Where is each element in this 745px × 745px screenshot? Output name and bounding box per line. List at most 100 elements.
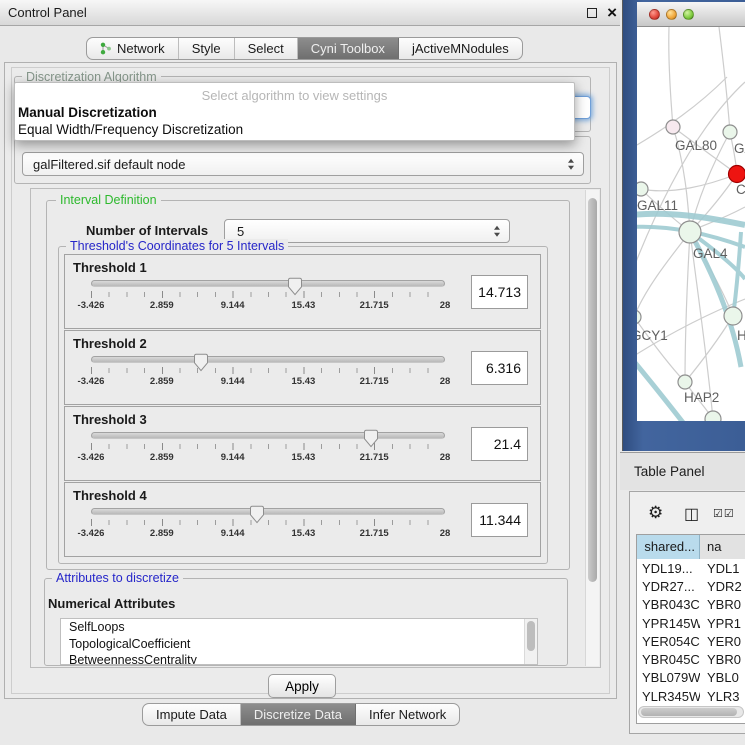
slider-track[interactable] [91,432,445,439]
main-scrollbar[interactable] [585,190,599,666]
num-intervals-label: Number of Intervals [86,223,208,238]
scrollbar-thumb[interactable] [527,621,535,651]
threshold-slider[interactable]: -3.4262.8599.14415.4321.71528 [91,356,445,402]
control-panel-titlebar: Control Panel [0,0,620,26]
threshold-block-3: Threshold 3 -3.4262.8599.14415.4321.71528 [64,406,541,481]
threshold-slider[interactable]: -3.4262.8599.14415.4321.71528 [91,432,445,478]
table-cell-name: YDL1 [700,561,745,576]
numerical-attributes-list[interactable]: SelfLoopsTopologicalCoefficientBetweenne… [60,618,538,665]
tab-style[interactable]: Style [179,38,235,59]
tab-network[interactable]: Network [87,38,179,59]
threshold-label: Threshold 3 [73,412,147,427]
algorithm-dropdown-popup: Select algorithm to view settings Manual… [14,82,575,141]
tick-label: 21.715 [360,300,389,311]
slider-thumb[interactable] [193,353,209,372]
float-window-icon[interactable] [587,8,597,18]
scrollbar-thumb[interactable] [588,198,597,582]
select-columns-icon[interactable]: ☑☑ [713,507,735,520]
slider-track[interactable] [91,508,445,515]
tick-labels: -3.4262.8599.14415.4321.71528 [91,452,445,464]
tick-label: 2.859 [150,528,174,539]
attributes-group-title: Attributes to discretize [52,571,183,585]
table-cell-shared-name: YER054C [637,634,700,649]
network-node-ga[interactable] [723,125,737,139]
tick-label: 9.144 [221,376,245,387]
thresholds-group-title: Threshold's Coordinates for 5 Intervals [66,239,288,253]
thresholds-list: Threshold 1-3.4262.8599.14415.4321.71528… [64,254,541,558]
threshold-value-input[interactable] [471,503,528,537]
threshold-slider[interactable]: -3.4262.8599.14415.4321.71528 [91,280,445,326]
table-row[interactable]: YBR045CYBR0 [637,650,745,668]
split-columns-icon[interactable]: ◫ [684,504,699,524]
tab-impute-data[interactable]: Impute Data [143,704,241,725]
table-row[interactable]: YLR345WYLR3 [637,687,745,705]
node-label: HAP2 [684,390,719,405]
tab-label: Style [192,41,221,56]
slider-thumb[interactable] [249,505,265,524]
table-row[interactable]: YER054CYER0 [637,632,745,650]
dropdown-option-equal-width-frequency[interactable]: Equal Width/Frequency Discretization [18,122,571,137]
tab-label: jActiveMNodules [412,41,509,56]
network-node-h[interactable] [724,307,742,325]
attribute-item[interactable]: TopologicalCoefficient [61,636,537,653]
tab-infer-network[interactable]: Infer Network [356,704,459,725]
slider-track[interactable] [91,280,445,287]
tab-label: Network [117,41,165,56]
tick-label: 28 [440,528,451,539]
tab-jactivemnodules[interactable]: jActiveMNodules [399,38,522,59]
tick-labels: -3.4262.8599.14415.4321.71528 [91,300,445,312]
zoom-traffic-light-icon[interactable] [683,9,694,20]
network-view-canvas[interactable]: GAL80GACGAL11GAL4GCY1HHAP2 [637,27,745,421]
dropdown-option-manual-discretization[interactable]: Manual Discretization [18,105,571,120]
tick-label: -3.426 [78,376,105,387]
threshold-value-input[interactable] [471,427,528,461]
column-header-shared-name[interactable]: shared... [637,535,700,559]
table-cell-shared-name: YLR345W [637,689,700,704]
attribute-item[interactable]: BetweennessCentrality [61,652,537,665]
attribute-item[interactable]: SelfLoops [61,619,537,636]
node-label: GCY1 [637,328,668,343]
table-data-select[interactable]: galFiltered.sif default node [22,152,584,176]
tick-label: 21.715 [360,528,389,539]
table-cell-name: YBL0 [700,670,745,685]
table-horizontal-scrollbar[interactable] [638,706,744,718]
settings-gear-icon[interactable]: ⚙ [648,503,663,523]
slider-major-ticks [91,367,445,374]
threshold-value-input[interactable] [471,351,528,385]
table-row[interactable]: YBR043CYBR0 [637,596,745,614]
network-node-gal80[interactable] [666,120,680,134]
tab-cyni-toolbox[interactable]: Cyni Toolbox [298,38,399,59]
network-node[interactable] [705,411,721,421]
table-row[interactable]: YDL19...YDL1 [637,559,745,577]
network-node-gal4[interactable] [679,221,701,243]
column-header-name[interactable]: na [700,535,745,559]
slider-thumb[interactable] [287,277,303,296]
network-node-c[interactable] [729,166,745,183]
slider-track[interactable] [91,356,445,363]
scrollbar-thumb[interactable] [641,708,737,716]
minimize-traffic-light-icon[interactable] [666,9,677,20]
close-icon[interactable]: × [607,1,617,25]
tick-label: 28 [440,452,451,463]
table-row[interactable]: YBL079WYBL0 [637,669,745,687]
close-traffic-light-icon[interactable] [649,9,660,20]
network-window-titlebar [637,2,745,27]
list-scrollbar[interactable] [524,619,537,664]
network-node-gcy1[interactable] [637,310,641,324]
table-cell-name: YBR0 [700,652,745,667]
threshold-slider[interactable]: -3.4262.8599.14415.4321.71528 [91,508,445,554]
table-row[interactable]: YPR145WYPR1 [637,614,745,632]
node-label: GAL80 [675,138,717,153]
apply-button[interactable]: Apply [268,674,336,698]
table-data-value: galFiltered.sif default node [33,157,185,172]
tab-discretize-data[interactable]: Discretize Data [241,704,356,725]
network-node-hap2[interactable] [678,375,692,389]
slider-thumb[interactable] [363,429,379,448]
network-node-gal11[interactable] [637,182,648,196]
threshold-value-input[interactable] [471,275,528,309]
tick-label: 9.144 [221,528,245,539]
tab-select[interactable]: Select [235,38,298,59]
table-row[interactable]: YDR27...YDR2 [637,577,745,595]
table-cell-shared-name: YDL19... [637,561,700,576]
interval-definition-title: Interval Definition [56,193,161,207]
